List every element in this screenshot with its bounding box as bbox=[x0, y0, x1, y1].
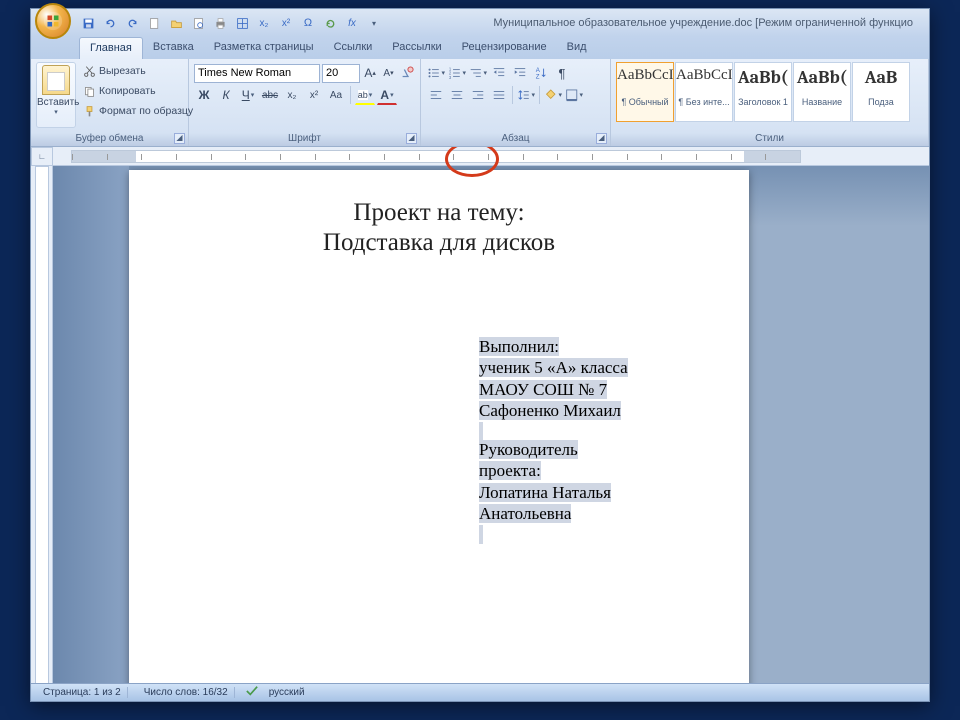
print-preview-icon[interactable] bbox=[189, 14, 207, 32]
align-right-button[interactable] bbox=[468, 85, 488, 105]
tab-page-layout[interactable]: Разметка страницы bbox=[204, 37, 324, 59]
italic-button[interactable]: К bbox=[216, 85, 236, 105]
tab-references[interactable]: Ссылки bbox=[324, 37, 383, 59]
titlebar: x₂ x² Ω fx ▾ Муниципальное образовательн… bbox=[31, 9, 929, 37]
font-size-select[interactable] bbox=[322, 64, 360, 83]
styles-group-label: Стили bbox=[611, 133, 928, 144]
author-block[interactable]: Выполнил: ученик 5 «А» класса МАОУ СОШ №… bbox=[479, 336, 679, 545]
paste-button[interactable]: Вставить ▾ bbox=[36, 62, 76, 128]
bold-button[interactable]: Ж bbox=[194, 85, 214, 105]
app-window: x₂ x² Ω fx ▾ Муниципальное образовательн… bbox=[30, 8, 930, 702]
undo-icon[interactable] bbox=[101, 14, 119, 32]
font-family-select[interactable] bbox=[194, 64, 320, 83]
open-icon[interactable] bbox=[167, 14, 185, 32]
svg-text:3: 3 bbox=[449, 75, 452, 80]
align-left-button[interactable] bbox=[426, 85, 446, 105]
svg-text:Z: Z bbox=[536, 73, 540, 80]
paste-label: Вставить bbox=[37, 97, 75, 108]
font-color-button[interactable]: A▾ bbox=[377, 85, 397, 105]
tab-home[interactable]: Главная bbox=[79, 37, 143, 59]
window-title: Муниципальное образовательное учреждение… bbox=[493, 17, 923, 29]
font-group-label: Шрифт bbox=[189, 133, 420, 144]
statusbar: Страница: 1 из 2 Число слов: 16/32 русск… bbox=[31, 683, 929, 701]
main-scroll: Проект на тему: Подставка для дисков Вып… bbox=[53, 147, 929, 683]
tab-selector[interactable]: ∟ bbox=[31, 147, 53, 166]
shrink-font-button[interactable]: A▾ bbox=[380, 63, 396, 83]
strike-button[interactable]: abc bbox=[260, 85, 280, 105]
tab-review[interactable]: Рецензирование bbox=[452, 37, 557, 59]
style-item-2[interactable]: AaBb(Заголовок 1 bbox=[734, 62, 792, 122]
document-area: ∟ Проект на тему: Подставка для дисков bbox=[31, 147, 929, 683]
subscript-icon[interactable]: x₂ bbox=[255, 14, 273, 32]
ribbon: Вставить ▾ Вырезать Копировать Формат по… bbox=[31, 59, 929, 147]
line-spacing-button[interactable]: ▾ bbox=[516, 85, 536, 105]
tab-insert[interactable]: Вставка bbox=[143, 37, 204, 59]
grow-font-button[interactable]: A▴ bbox=[362, 63, 378, 83]
save-icon[interactable] bbox=[79, 14, 97, 32]
style-item-0[interactable]: AaBbCcI¶ Обычный bbox=[616, 62, 674, 122]
copy-button[interactable]: Копировать bbox=[80, 82, 196, 100]
align-justify-button[interactable] bbox=[489, 85, 509, 105]
refresh-icon[interactable] bbox=[321, 14, 339, 32]
multilevel-button[interactable]: ▾ bbox=[468, 63, 488, 83]
shading-button[interactable]: ▾ bbox=[543, 85, 563, 105]
status-words[interactable]: Число слов: 16/32 bbox=[138, 687, 235, 698]
ohm-icon[interactable]: Ω bbox=[299, 14, 317, 32]
borders-button[interactable]: ▾ bbox=[564, 85, 584, 105]
redo-icon[interactable] bbox=[123, 14, 141, 32]
subscript-button[interactable]: x₂ bbox=[282, 85, 302, 105]
increase-indent-button[interactable] bbox=[510, 63, 530, 83]
clear-format-button[interactable] bbox=[399, 63, 415, 83]
group-font: A▴ A▾ Ж К Ч▾ abc x₂ x² Aa ab▾ A▾ Шрифт ◢ bbox=[189, 59, 421, 146]
horizontal-ruler[interactable] bbox=[53, 147, 929, 166]
group-styles: AaBbCcI¶ ОбычныйAaBbCcI¶ Без инте...AaBb… bbox=[611, 59, 929, 146]
sort-button[interactable]: AZ bbox=[531, 63, 551, 83]
group-paragraph: ▾ 123▾ ▾ AZ ¶ ▾ ▾ ▾ Абзац ◢ bbox=[421, 59, 611, 146]
superscript-button[interactable]: x² bbox=[304, 85, 324, 105]
tab-mailings[interactable]: Рассылки bbox=[382, 37, 451, 59]
case-button[interactable]: Aa bbox=[326, 85, 346, 105]
equation-icon[interactable]: fx bbox=[343, 14, 361, 32]
proofing-icon[interactable] bbox=[245, 685, 259, 700]
paragraph-dialog-launcher[interactable]: ◢ bbox=[596, 133, 607, 144]
print-icon[interactable] bbox=[211, 14, 229, 32]
clipboard-group-label: Буфер обмена bbox=[31, 133, 188, 144]
style-item-1[interactable]: AaBbCcI¶ Без инте... bbox=[675, 62, 733, 122]
table-icon[interactable] bbox=[233, 14, 251, 32]
status-language[interactable]: русский bbox=[269, 687, 305, 698]
font-dialog-launcher[interactable]: ◢ bbox=[406, 133, 417, 144]
office-button[interactable] bbox=[35, 3, 71, 39]
clipboard-dialog-launcher[interactable]: ◢ bbox=[174, 133, 185, 144]
qat-more-icon[interactable]: ▾ bbox=[365, 14, 383, 32]
scissors-icon bbox=[83, 65, 96, 78]
tab-view[interactable]: Вид bbox=[557, 37, 597, 59]
style-item-3[interactable]: AaBb(Название bbox=[793, 62, 851, 122]
ribbon-tabs: Главная Вставка Разметка страницы Ссылки… bbox=[31, 37, 929, 59]
underline-button[interactable]: Ч▾ bbox=[238, 85, 258, 105]
cut-button[interactable]: Вырезать bbox=[80, 62, 196, 80]
highlight-button[interactable]: ab▾ bbox=[355, 85, 375, 105]
format-painter-button[interactable]: Формат по образцу bbox=[80, 102, 196, 120]
page-surface[interactable]: Проект на тему: Подставка для дисков Вып… bbox=[53, 166, 929, 683]
copy-icon bbox=[83, 85, 96, 98]
decrease-indent-button[interactable] bbox=[489, 63, 509, 83]
superscript-icon[interactable]: x² bbox=[277, 14, 295, 32]
new-icon[interactable] bbox=[145, 14, 163, 32]
brush-icon bbox=[83, 105, 96, 118]
paragraph-group-label: Абзац bbox=[421, 133, 610, 144]
vertical-ruler[interactable]: ∟ bbox=[31, 147, 53, 683]
numbering-button[interactable]: 123▾ bbox=[447, 63, 467, 83]
bullets-button[interactable]: ▾ bbox=[426, 63, 446, 83]
status-page[interactable]: Страница: 1 из 2 bbox=[37, 687, 128, 698]
show-marks-button[interactable]: ¶ bbox=[552, 63, 572, 83]
document-title[interactable]: Проект на тему: Подставка для дисков bbox=[159, 198, 719, 258]
group-clipboard: Вставить ▾ Вырезать Копировать Формат по… bbox=[31, 59, 189, 146]
style-item-4[interactable]: AaBПодза bbox=[852, 62, 910, 122]
clipboard-icon bbox=[42, 65, 70, 95]
quick-access-toolbar: x₂ x² Ω fx ▾ bbox=[79, 14, 383, 32]
document-page[interactable]: Проект на тему: Подставка для дисков Вып… bbox=[129, 170, 749, 683]
align-center-button[interactable] bbox=[447, 85, 467, 105]
